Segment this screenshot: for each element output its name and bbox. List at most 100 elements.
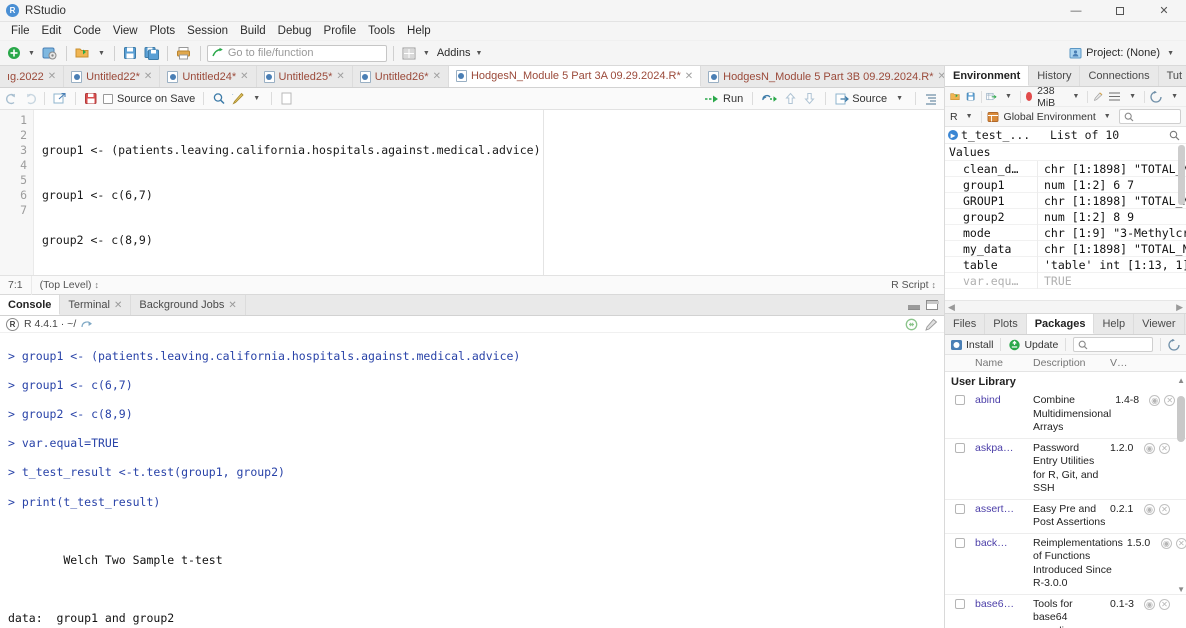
show-in-new-window-icon[interactable] [53,92,67,105]
print-icon[interactable] [174,44,194,63]
menu-item-file[interactable]: File [5,22,36,41]
package-name[interactable]: base6… [975,598,1033,628]
down-arrow-icon[interactable] [803,92,816,105]
scroll-left-icon[interactable]: ◀ [948,302,955,313]
run-button[interactable]: Run [704,93,743,105]
source-on-save-checkbox[interactable] [103,93,113,104]
close-icon[interactable]: ✕ [114,300,122,311]
package-name[interactable]: askpa… [975,442,1033,496]
menu-item-session[interactable]: Session [181,22,234,41]
package-name[interactable]: back… [975,537,1033,591]
maximize-icon[interactable] [1098,0,1142,22]
goto-file-function-input[interactable]: Go to file/function [206,44,387,62]
package-browse-icon[interactable]: ◉ [1160,537,1172,549]
packages-vertical-scrollbar[interactable] [1177,396,1185,442]
source-tab-untitled25[interactable]: Untitled25* ✕ [256,66,353,87]
environment-horizontal-scrollbar[interactable]: ◀ ▶ [945,300,1186,313]
environment-row[interactable]: my_data chr [1:1898] "TOTAL_N… [945,240,1186,257]
menu-item-plots[interactable]: Plots [144,22,182,41]
minimize-pane-icon[interactable] [908,301,920,310]
package-checkbox-cell[interactable] [945,598,975,628]
source-tab-module5-part3a[interactable]: HodgesN_Module 5 Part 3A 09.29.2024.R* ✕ [448,66,702,87]
package-browse-icon[interactable]: ◉ [1144,598,1155,610]
new-file-dropdown-icon[interactable]: ▼ [25,50,38,57]
package-remove-icon[interactable]: ✕ [1159,503,1170,515]
code-tools-dropdown-icon[interactable]: ▼ [250,95,263,102]
console-output[interactable]: > group1 <- (patients.leaving.california… [0,333,944,628]
table-row[interactable]: askpa… Password Entry Utilities for R, G… [945,439,1186,500]
save-icon[interactable] [121,44,140,63]
interrupt-r-icon[interactable] [905,318,918,331]
package-checkbox[interactable] [955,442,965,453]
package-checkbox-cell[interactable] [945,394,975,435]
list-view-icon[interactable] [1108,91,1121,102]
environment-row-t-test-result[interactable]: ▶ t_test_... List of 10 [945,127,1186,144]
addins-dropdown-icon[interactable]: ▼ [472,50,485,57]
project-dropdown-icon[interactable]: ▼ [1164,50,1177,57]
scope-selector[interactable]: (Top Level) ↕ [32,276,107,295]
update-button[interactable]: Update [1008,339,1058,351]
environment-object-list[interactable]: ▶ t_test_... List of 10 Values clean_d… [945,127,1186,300]
menu-item-profile[interactable]: Profile [318,22,363,41]
package-checkbox-cell[interactable] [945,442,975,496]
tab-history[interactable]: History [1029,66,1081,86]
environment-row[interactable]: clean_d… chr [1:1898] "TOTAL_N… [945,160,1186,177]
menu-item-debug[interactable]: Debug [272,22,318,41]
tab-terminal[interactable]: Terminal ✕ [60,295,132,315]
tab-tutorial[interactable]: Tut [1158,66,1186,86]
import-dataset-icon[interactable] [986,90,998,103]
list-view-dropdown-icon[interactable]: ▼ [1126,93,1139,100]
package-remove-icon[interactable]: ✕ [1164,395,1176,406]
package-name[interactable]: abind [975,394,1033,435]
package-checkbox[interactable] [955,537,965,548]
package-remove-icon[interactable]: ✕ [1159,598,1170,610]
project-indicator[interactable]: Project: (None) ▼ [1069,47,1181,59]
environment-dropdown-icon[interactable]: ▼ [1101,113,1114,120]
close-icon[interactable]: ✕ [240,71,248,82]
global-environment-label[interactable]: Global Environment [1004,111,1096,123]
source-button[interactable]: Source [835,93,887,105]
table-row[interactable]: base6… Tools for base64 encoding 0.1-3 ◉… [945,595,1186,628]
package-checkbox[interactable] [955,503,965,514]
maximize-pane-icon[interactable] [926,300,939,310]
up-arrow-icon[interactable] [784,92,797,105]
tab-plots[interactable]: Plots [985,314,1027,334]
open-file-icon[interactable] [73,44,93,63]
tab-files[interactable]: Files [945,314,986,334]
addins-button[interactable]: Addins [435,47,471,59]
source-tab-module5-part3b[interactable]: HodgesN_Module 5 Part 3B 09.29.2024.R* ✕ [701,66,944,87]
menu-item-code[interactable]: Code [67,22,107,41]
code-tools-icon[interactable] [231,92,245,105]
package-checkbox-cell[interactable] [945,503,975,530]
scroll-down-icon[interactable]: ▼ [1177,585,1185,594]
environment-row[interactable]: var.equ… TRUE [945,272,1186,289]
package-checkbox[interactable] [955,395,965,405]
tab-help[interactable]: Help [1094,314,1135,334]
import-dropdown-icon[interactable]: ▼ [1002,93,1015,100]
package-checkbox-cell[interactable] [945,537,975,591]
source-tab-untitled22[interactable]: Untitled22* ✕ [64,66,161,87]
source-tab-untitled24[interactable]: Untitled24* ✕ [160,66,257,87]
menu-item-tools[interactable]: Tools [362,22,401,41]
packages-search-input[interactable] [1073,337,1153,352]
code-editor[interactable]: 1 2 3 4 5 6 7 group1 <- (patients.leavin… [0,110,944,275]
menu-item-view[interactable]: View [107,22,144,41]
new-project-icon[interactable] [40,44,60,63]
expand-icon[interactable]: ▶ [948,130,958,140]
menu-item-edit[interactable]: Edit [36,22,68,41]
scroll-up-icon[interactable]: ▲ [1177,376,1185,385]
workspace-panes-dropdown-icon[interactable]: ▼ [420,50,433,57]
install-button[interactable]: Install [950,339,993,351]
open-folder-icon[interactable] [950,90,961,103]
language-dropdown-icon[interactable]: ▼ [963,113,976,120]
compile-report-icon[interactable] [280,92,293,105]
table-row[interactable]: assert… Easy Pre and Post Assertions 0.2… [945,500,1186,534]
tab-environment[interactable]: Environment [945,66,1030,86]
tab-packages[interactable]: Packages [1026,314,1095,334]
tab-console[interactable]: Console [0,295,61,315]
close-icon[interactable]: ✕ [433,71,441,82]
clear-objects-icon[interactable] [1093,90,1103,103]
minimize-icon[interactable]: — [1054,0,1098,22]
packages-table[interactable]: User Library abind Combine Multidimensio… [945,372,1186,628]
menu-item-build[interactable]: Build [234,22,272,41]
